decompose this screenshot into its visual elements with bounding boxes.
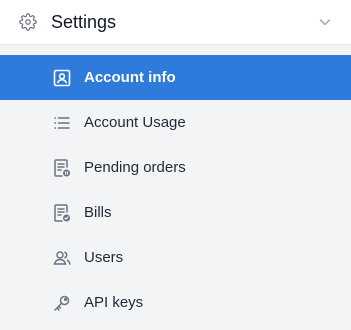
menu-item-account-usage[interactable]: Account Usage <box>0 100 351 145</box>
account-card-icon <box>52 68 72 88</box>
menu-item-label: Pending orders <box>84 159 186 176</box>
pending-orders-icon <box>52 158 72 178</box>
chevron-down-icon[interactable] <box>317 14 333 30</box>
menu-item-bills[interactable]: Bills <box>0 190 351 235</box>
settings-title: Settings <box>51 11 117 32</box>
bills-icon <box>52 203 72 223</box>
settings-header[interactable]: Settings <box>0 0 351 45</box>
menu-item-api-keys[interactable]: API keys <box>0 280 351 325</box>
settings-panel: Settings Account info Account Usage Pend… <box>0 0 351 330</box>
menu-item-pending-orders[interactable]: Pending orders <box>0 145 351 190</box>
menu-item-label: API keys <box>84 294 144 311</box>
users-icon <box>52 248 72 268</box>
key-icon <box>52 293 72 313</box>
menu-item-label: Bills <box>84 204 112 221</box>
menu-item-users[interactable]: Users <box>0 235 351 280</box>
menu-item-label: Account info <box>84 69 176 86</box>
gear-icon <box>18 12 38 32</box>
settings-menu: Account info Account Usage Pending order… <box>0 45 351 325</box>
menu-item-label: Users <box>84 249 124 266</box>
menu-item-label: Account Usage <box>84 114 186 131</box>
list-icon <box>52 113 72 133</box>
menu-item-account-info[interactable]: Account info <box>0 55 351 100</box>
